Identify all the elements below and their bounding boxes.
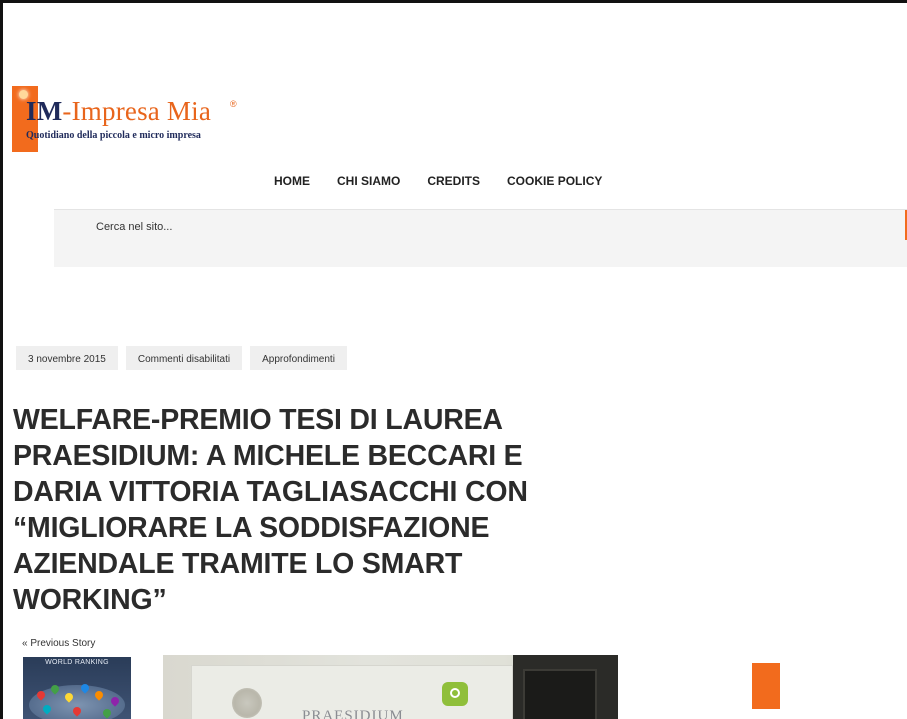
article-featured-image: PRAESIDIUM [163, 655, 618, 719]
thumbnail-caption: WORLD RANKING [45, 659, 109, 666]
search-bar [54, 209, 907, 267]
logo-title-im: IM [26, 96, 63, 126]
site-logo[interactable]: IM-Impresa Mia ® Quotidiano della piccol… [12, 86, 242, 152]
article-date: 3 novembre 2015 [16, 346, 118, 370]
nav-item-credits[interactable]: CREDITS [427, 174, 480, 188]
search-input[interactable] [94, 220, 798, 234]
nav-item-chi-siamo[interactable]: CHI SIAMO [337, 174, 400, 188]
green-logo-icon [442, 682, 468, 706]
page-border-left [0, 0, 3, 719]
article-category[interactable]: Approfondimenti [250, 346, 347, 370]
logo-title-rest: -Impresa Mia [62, 96, 211, 126]
logo-title: IM-Impresa Mia [26, 96, 211, 127]
previous-story-thumbnail[interactable]: WORLD RANKING [23, 657, 131, 719]
nav-item-cookie-policy[interactable]: COOKIE POLICY [507, 174, 602, 188]
projection-screen: PRAESIDIUM [191, 665, 513, 719]
article-title: WELFARE-PREMIO TESI DI LAUREA PRAESIDIUM… [13, 404, 528, 616]
registered-mark: ® [230, 99, 237, 109]
previous-story-link[interactable]: « Previous Story [22, 638, 95, 649]
article-comments: Commenti disabilitati [125, 346, 243, 370]
nav-item-home[interactable]: HOME [274, 174, 310, 188]
sidebar-orange-block [752, 663, 780, 709]
logo-tagline: Quotidiano della piccola e micro impresa [26, 130, 201, 141]
university-seal-icon [232, 688, 262, 718]
article-meta: 3 novembre 2015 Commenti disabilitati Ap… [16, 346, 347, 370]
page-border-top [0, 0, 907, 3]
window-background [513, 655, 618, 719]
praesidium-logo-text: PRAESIDIUM [302, 708, 404, 719]
main-nav: HOME CHI SIAMO CREDITS COOKIE POLICY [274, 174, 629, 188]
